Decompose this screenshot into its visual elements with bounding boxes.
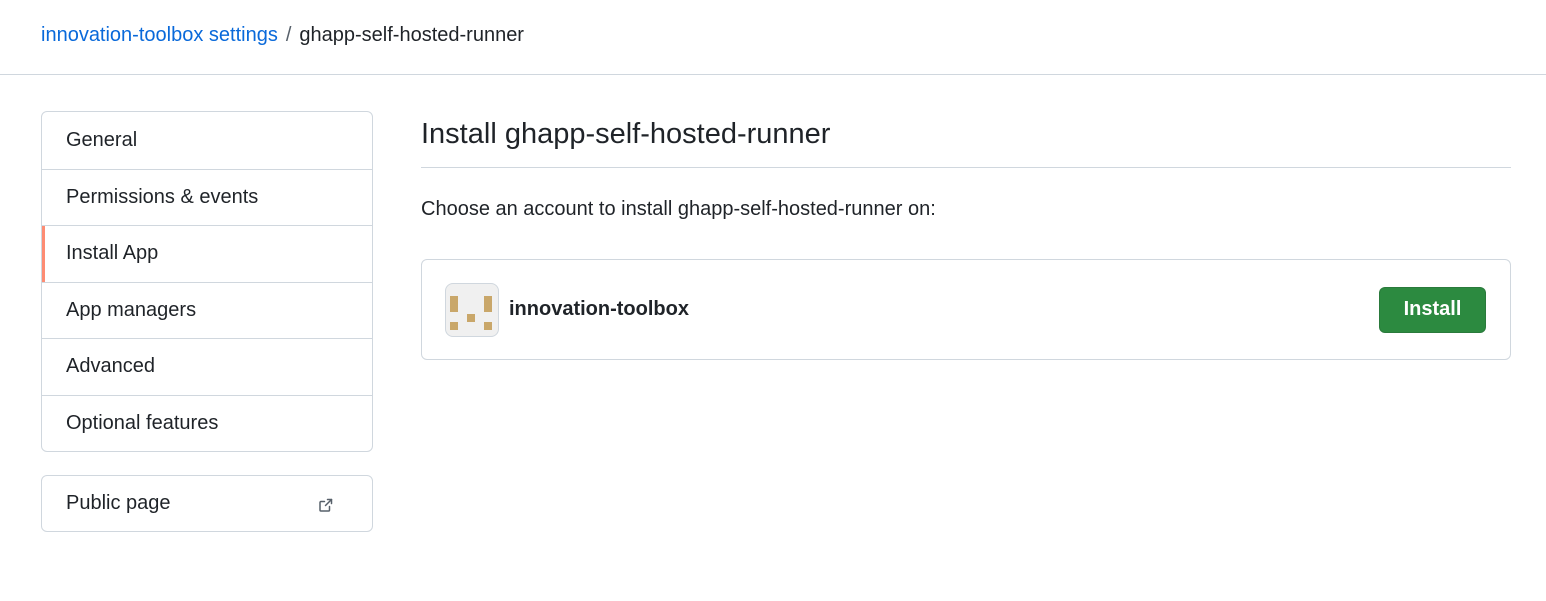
sidebar-item-advanced[interactable]: Advanced bbox=[42, 338, 372, 395]
settings-sidebar: General Permissions & events Install App… bbox=[41, 111, 373, 452]
sidebar-item-permissions-events[interactable]: Permissions & events bbox=[42, 168, 372, 226]
main-content: Install ghapp-self-hosted-runner Choose … bbox=[421, 111, 1511, 360]
account-install-row: innovation-toolbox Install bbox=[421, 259, 1511, 360]
install-description: Choose an account to install ghapp-self-… bbox=[421, 198, 936, 220]
page-title: Install ghapp-self-hosted-runner bbox=[421, 111, 1511, 168]
breadcrumb: innovation-toolbox settings / ghapp-self-h… bbox=[41, 22, 524, 48]
sidebar-item-label: Advanced bbox=[66, 355, 155, 378]
sidebar-item-label: App managers bbox=[66, 298, 197, 321]
install-button[interactable]: Install bbox=[1379, 286, 1486, 333]
top-header: innovation-toolbox settings / ghapp-self-h… bbox=[0, 0, 1546, 75]
sidebar-item-general[interactable]: General bbox=[42, 112, 372, 169]
sidebar-item-label: Permissions & events bbox=[66, 185, 259, 208]
sidebar-item-install-app[interactable]: Install App bbox=[42, 225, 372, 282]
breadcrumb-settings-link[interactable]: innovation-toolbox settings bbox=[41, 24, 278, 46]
account-avatar bbox=[445, 282, 499, 337]
sidebar-item-optional-features[interactable]: Optional features bbox=[42, 394, 372, 452]
public-page-label: Public page bbox=[66, 492, 171, 514]
sidebar-item-label: Optional features bbox=[66, 411, 219, 434]
sidebar-item-label: Install App bbox=[66, 242, 159, 265]
account-info: innovation-toolbox bbox=[445, 282, 689, 337]
external-link-icon bbox=[318, 496, 334, 512]
breadcrumb-current: ghapp-self-hosted-runner bbox=[299, 24, 524, 46]
sidebar-item-app-managers[interactable]: App managers bbox=[42, 281, 372, 339]
account-name: innovation-toolbox bbox=[509, 298, 689, 320]
sidebar-item-label: General bbox=[66, 128, 138, 151]
breadcrumb-separator: / bbox=[285, 24, 292, 46]
public-page-link[interactable]: Public page bbox=[41, 475, 373, 532]
